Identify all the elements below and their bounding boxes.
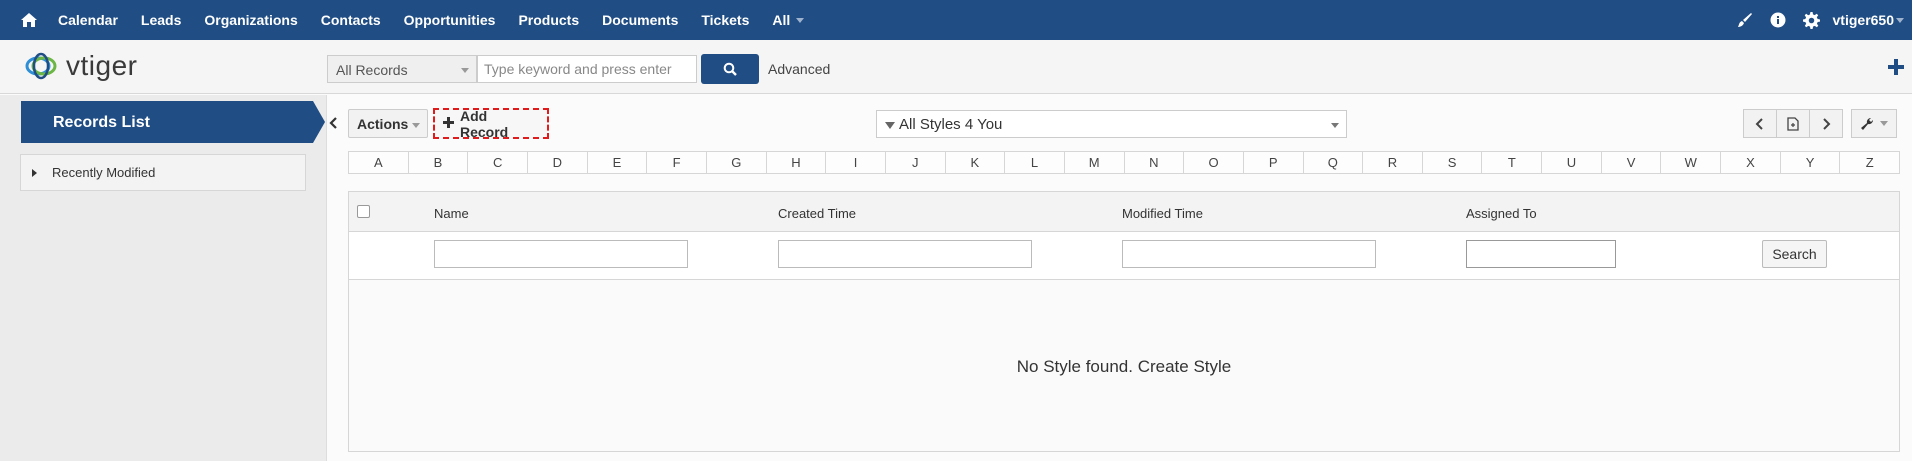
global-search-input[interactable] bbox=[477, 55, 697, 83]
advanced-search-link[interactable]: Advanced bbox=[768, 61, 830, 77]
column-header-assigned-to[interactable]: Assigned To bbox=[1466, 206, 1537, 221]
alphabet-letter-e[interactable]: E bbox=[586, 152, 647, 173]
page-jump-button[interactable] bbox=[1776, 109, 1810, 138]
menu-item-products[interactable]: Products bbox=[518, 12, 579, 28]
actions-label: Actions bbox=[357, 116, 409, 132]
main-menu: Calendar Leads Organizations Contacts Op… bbox=[58, 0, 805, 40]
alphabet-letter-f[interactable]: F bbox=[646, 152, 706, 173]
chevron-down-icon[interactable] bbox=[796, 17, 805, 23]
add-record-button[interactable]: Add Record bbox=[433, 107, 549, 140]
menu-item-opportunities[interactable]: Opportunities bbox=[404, 12, 496, 28]
select-all-checkbox[interactable] bbox=[357, 205, 370, 218]
actions-dropdown[interactable]: Actions bbox=[348, 109, 428, 138]
modified-time-filter-input[interactable] bbox=[1122, 240, 1376, 268]
list-filter-value: All Styles 4 You bbox=[899, 115, 1003, 133]
plus-icon bbox=[443, 115, 454, 133]
alphabet-letter-t[interactable]: T bbox=[1481, 152, 1541, 173]
alphabet-letter-u[interactable]: U bbox=[1541, 152, 1601, 173]
menu-item-calendar[interactable]: Calendar bbox=[58, 12, 118, 28]
menu-item-contacts[interactable]: Contacts bbox=[321, 12, 381, 28]
gear-icon[interactable] bbox=[1795, 0, 1828, 40]
alphabet-letter-r[interactable]: R bbox=[1362, 152, 1422, 173]
alphabet-letter-v[interactable]: V bbox=[1600, 152, 1661, 173]
chevron-down-icon[interactable] bbox=[1896, 18, 1904, 23]
top-right-tools: vtiger650 bbox=[1729, 0, 1912, 40]
search-button[interactable] bbox=[701, 54, 759, 84]
logo-icon bbox=[25, 52, 57, 80]
search-icon bbox=[723, 62, 737, 76]
chevron-right-icon bbox=[1823, 117, 1831, 130]
column-filter-row: Search bbox=[349, 232, 1899, 280]
alphabet-letter-y[interactable]: Y bbox=[1779, 152, 1840, 173]
column-header-created-time[interactable]: Created Time bbox=[778, 206, 856, 221]
chevron-left-icon bbox=[1755, 117, 1763, 130]
home-icon[interactable] bbox=[0, 0, 58, 40]
sidebar: Records List Recently Modified bbox=[0, 95, 327, 461]
alphabet-letter-i[interactable]: I bbox=[825, 152, 885, 173]
top-navigation-bar: Calendar Leads Organizations Contacts Op… bbox=[0, 0, 1912, 40]
column-search-button[interactable]: Search bbox=[1762, 240, 1827, 268]
header-bar: vtiger All Records Advanced bbox=[0, 40, 1912, 94]
info-icon[interactable] bbox=[1762, 0, 1795, 40]
empty-state-message: No Style found. Create Style bbox=[1016, 357, 1232, 376]
alphabet-letter-x[interactable]: X bbox=[1720, 152, 1780, 173]
chevron-down-icon bbox=[412, 123, 420, 128]
alphabet-letter-h[interactable]: H bbox=[765, 152, 826, 173]
recently-modified-label: Recently Modified bbox=[52, 165, 156, 180]
records-table: Name Created Time Modified Time Assigned… bbox=[348, 191, 1900, 452]
sidebar-records-list[interactable]: Records List bbox=[21, 101, 325, 143]
table-header: Name Created Time Modified Time Assigned… bbox=[349, 192, 1899, 232]
chevron-down-icon bbox=[461, 68, 469, 73]
sidebar-recently-modified[interactable]: Recently Modified bbox=[20, 154, 306, 191]
created-time-filter-input[interactable] bbox=[778, 240, 1032, 268]
alphabet-letter-j[interactable]: J bbox=[884, 152, 945, 173]
filter-icon bbox=[885, 121, 895, 129]
brush-icon[interactable] bbox=[1729, 0, 1762, 40]
sidebar-collapse-chevron-icon[interactable] bbox=[325, 112, 343, 134]
alphabet-letter-a[interactable]: A bbox=[349, 152, 408, 173]
add-record-label: Add Record bbox=[460, 107, 509, 140]
name-filter-input[interactable] bbox=[434, 240, 688, 268]
alphabet-letter-g[interactable]: G bbox=[705, 152, 766, 173]
alphabet-letter-b[interactable]: B bbox=[407, 152, 468, 173]
alphabet-letter-c[interactable]: C bbox=[467, 152, 527, 173]
pagination-group bbox=[1743, 109, 1843, 138]
search-scope-select[interactable]: All Records bbox=[327, 55, 477, 83]
list-filter-select[interactable]: All Styles 4 You bbox=[876, 110, 1347, 138]
column-header-modified-time[interactable]: Modified Time bbox=[1122, 206, 1203, 221]
alphabet-letter-q[interactable]: Q bbox=[1302, 152, 1363, 173]
vtiger-logo[interactable]: vtiger bbox=[22, 50, 137, 82]
previous-page-button[interactable] bbox=[1743, 109, 1777, 138]
chevron-down-icon bbox=[1331, 123, 1339, 128]
alphabet-letter-z[interactable]: Z bbox=[1839, 152, 1899, 173]
alphabet-letter-o[interactable]: O bbox=[1183, 152, 1243, 173]
quick-create-plus-icon[interactable] bbox=[1883, 54, 1909, 80]
document-icon bbox=[1787, 116, 1799, 131]
next-page-button[interactable] bbox=[1809, 109, 1843, 138]
user-menu[interactable]: vtiger650 bbox=[1833, 12, 1894, 28]
assigned-to-filter-input[interactable] bbox=[1466, 240, 1616, 268]
alphabet-filter: ABCDEFGHIJKLMNOPQRSTUVWXYZ bbox=[348, 151, 1900, 174]
alphabet-letter-w[interactable]: W bbox=[1660, 152, 1720, 173]
caret-right-icon bbox=[32, 168, 37, 177]
alphabet-letter-p[interactable]: P bbox=[1242, 152, 1303, 173]
alphabet-letter-d[interactable]: D bbox=[526, 152, 587, 173]
menu-item-leads[interactable]: Leads bbox=[141, 12, 181, 28]
menu-item-documents[interactable]: Documents bbox=[602, 12, 678, 28]
settings-group bbox=[1851, 109, 1897, 138]
logo-text: vtiger bbox=[66, 50, 138, 81]
chevron-down-icon bbox=[1880, 121, 1888, 126]
alphabet-letter-s[interactable]: S bbox=[1421, 152, 1482, 173]
menu-item-organizations[interactable]: Organizations bbox=[204, 12, 297, 28]
menu-item-tickets[interactable]: Tickets bbox=[701, 12, 749, 28]
alphabet-letter-l[interactable]: L bbox=[1004, 152, 1064, 173]
search-scope-value: All Records bbox=[336, 62, 408, 78]
alphabet-letter-n[interactable]: N bbox=[1123, 152, 1184, 173]
menu-item-all[interactable]: All bbox=[772, 12, 790, 28]
list-settings-button[interactable] bbox=[1851, 109, 1897, 138]
alphabet-letter-k[interactable]: K bbox=[944, 152, 1005, 173]
column-header-name[interactable]: Name bbox=[434, 206, 469, 221]
alphabet-letter-m[interactable]: M bbox=[1063, 152, 1124, 173]
wrench-icon bbox=[1861, 117, 1874, 130]
